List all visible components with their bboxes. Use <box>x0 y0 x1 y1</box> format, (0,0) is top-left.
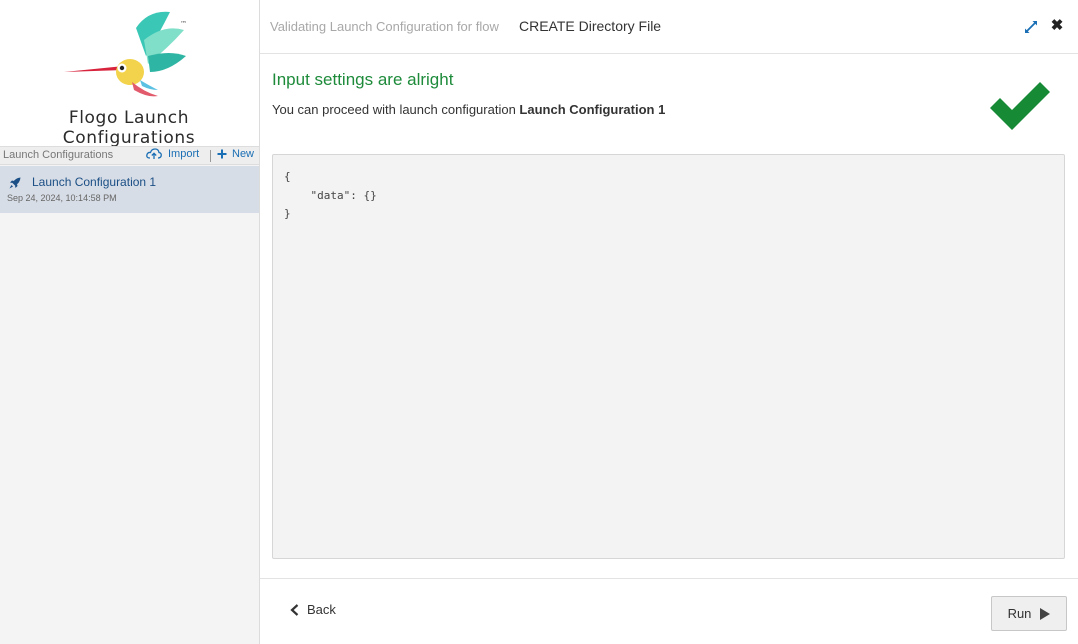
expand-icon[interactable] <box>1024 20 1038 34</box>
import-label: Import <box>168 148 200 160</box>
sidebar: ™ Flogo Launch Configurations Launch Con… <box>0 0 260 644</box>
run-button[interactable]: Run <box>991 596 1067 631</box>
flow-name: CREATE Directory File <box>519 18 662 34</box>
play-icon <box>1040 607 1051 620</box>
svg-text:™: ™ <box>180 20 187 28</box>
chevron-left-icon <box>290 603 299 616</box>
close-icon[interactable]: ✖ <box>1050 18 1064 34</box>
new-label: New <box>232 148 255 160</box>
run-label: Run <box>1007 606 1032 621</box>
new-button[interactable]: New <box>217 148 254 160</box>
checkmark-icon <box>990 82 1050 130</box>
header-bar: Validating Launch Configuration for flow… <box>260 0 1078 54</box>
launch-config-item[interactable]: Launch Configuration 1 Sep 24, 2024, 10:… <box>0 166 259 213</box>
status-message-prefix: You can proceed with launch configuratio… <box>272 102 520 117</box>
header-prefix: Validating Launch Configuration for flow <box>270 19 499 34</box>
plus-icon <box>217 149 227 159</box>
import-button[interactable]: Import <box>146 148 199 160</box>
list-header-title: Launch Configurations <box>3 149 114 161</box>
launch-config-list-header: Launch Configurations Import New <box>0 146 259 165</box>
launch-config-item-name: Launch Configuration 1 <box>32 175 157 189</box>
back-label: Back <box>307 602 336 617</box>
back-button[interactable]: Back <box>290 602 336 617</box>
rocket-icon <box>9 177 21 189</box>
status-title: Input settings are alright <box>272 70 454 89</box>
header-divider <box>210 150 211 162</box>
json-output-box: { "data": {} } <box>272 154 1065 559</box>
app-title: Flogo Launch Configurations <box>62 108 196 148</box>
logo-area: ™ Flogo Launch Configurations <box>0 0 259 148</box>
hummingbird-logo: ™ <box>64 11 187 97</box>
status-message: You can proceed with launch configuratio… <box>272 102 665 117</box>
cloud-upload-icon <box>146 148 162 159</box>
launch-config-item-date: Sep 24, 2024, 10:14:58 PM <box>7 193 117 203</box>
main-panel: Validating Launch Configuration for flow… <box>260 0 1078 644</box>
status-config-name: Launch Configuration 1 <box>519 102 666 117</box>
footer-divider <box>260 578 1078 579</box>
json-output-text: { "data": {} } <box>284 170 377 220</box>
